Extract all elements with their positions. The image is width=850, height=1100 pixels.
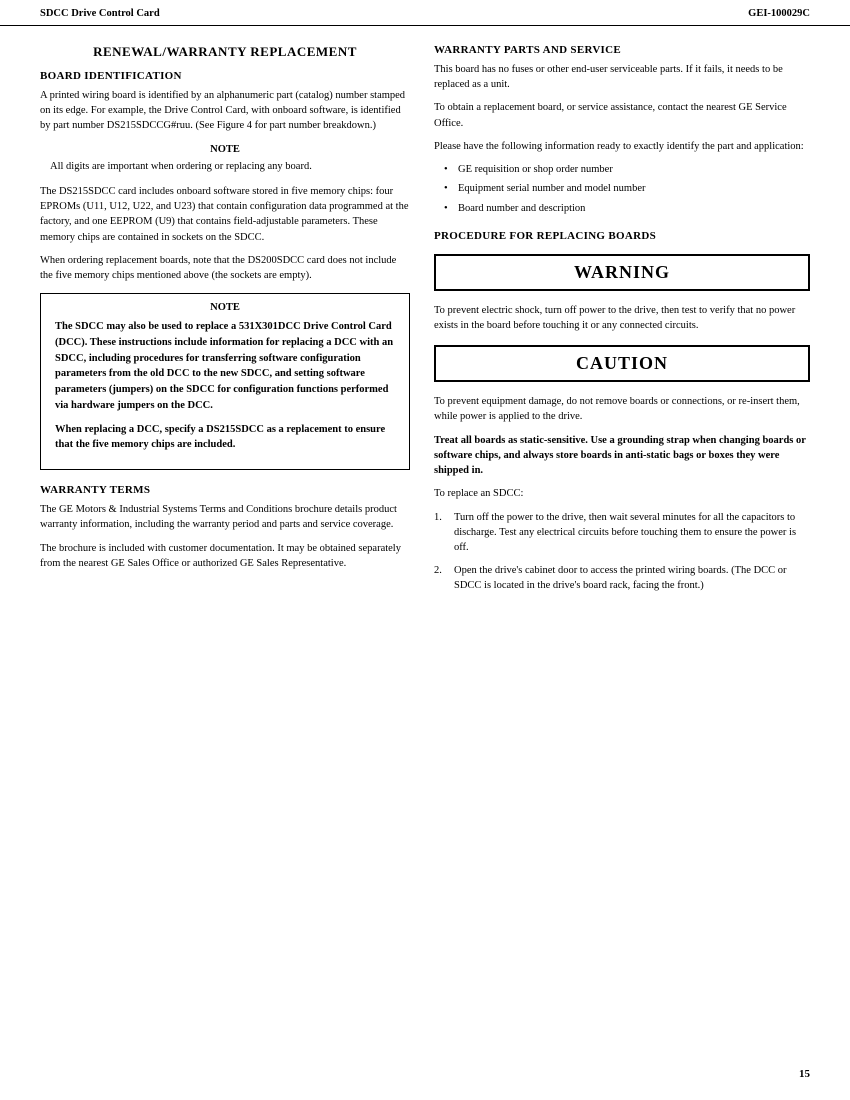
header-right: GEI-100029C	[748, 8, 810, 19]
board-id-para3: When ordering replacement boards, note t…	[40, 253, 410, 283]
left-column: RENEWAL/WARRANTY REPLACEMENT BOARD IDENT…	[40, 44, 410, 602]
note2-text: The SDCC may also be used to replace a 5…	[55, 319, 395, 414]
warning-title: WARNING	[446, 262, 798, 283]
bullet-1: GE requisition or shop order number	[444, 162, 810, 177]
warranty-terms-para1: The GE Motors & Industrial Systems Terms…	[40, 502, 410, 532]
warranty-bullets: GE requisition or shop order number Equi…	[444, 162, 810, 216]
bullet-3: Board number and description	[444, 201, 810, 216]
warranty-terms-section: WARRANTY TERMS The GE Motors & Industria…	[40, 484, 410, 571]
note2-title: NOTE	[55, 302, 395, 313]
board-id-para2: The DS215SDCC card includes onboard soft…	[40, 184, 410, 245]
procedure-section: PROCEDURE FOR REPLACING BOARDS WARNING T…	[434, 230, 810, 594]
caution-text2: Treat all boards as static-sensitive. Us…	[434, 433, 810, 479]
header-left: SDCC Drive Control Card	[40, 8, 160, 19]
caution-title: CAUTION	[446, 353, 798, 374]
right-column: WARRANTY PARTS AND SERVICE This board ha…	[434, 44, 810, 602]
note1-title: NOTE	[50, 144, 400, 155]
note-box-2: NOTE The SDCC may also be used to replac…	[40, 293, 410, 470]
note1-text: All digits are important when ordering o…	[50, 159, 400, 174]
note2-text2: When replacing a DCC, specify a DS215SDC…	[55, 422, 395, 454]
warranty-terms-title: WARRANTY TERMS	[40, 484, 410, 496]
section-title: RENEWAL/WARRANTY REPLACEMENT	[40, 44, 410, 60]
caution-text1: To prevent equipment damage, do not remo…	[434, 394, 810, 424]
procedure-intro: To replace an SDCC:	[434, 486, 810, 501]
warranty-parts-para3: Please have the following information re…	[434, 139, 810, 154]
page-number: 15	[799, 1068, 810, 1080]
content-area: RENEWAL/WARRANTY REPLACEMENT BOARD IDENT…	[0, 26, 850, 632]
warning-text: To prevent electric shock, turn off powe…	[434, 303, 810, 333]
warning-box: WARNING	[434, 254, 810, 291]
note-box-1: NOTE All digits are important when order…	[40, 144, 410, 174]
bullet-2: Equipment serial number and model number	[444, 181, 810, 196]
procedure-title: PROCEDURE FOR REPLACING BOARDS	[434, 230, 810, 242]
caution-box: CAUTION	[434, 345, 810, 382]
board-id-para1: A printed wiring board is identified by …	[40, 88, 410, 134]
page-header: SDCC Drive Control Card GEI-100029C	[0, 0, 850, 26]
procedure-steps: Turn off the power to the drive, then wa…	[434, 510, 810, 594]
step-2: Open the drive's cabinet door to access …	[434, 563, 810, 593]
warranty-parts-title: WARRANTY PARTS AND SERVICE	[434, 44, 810, 56]
warranty-parts-para1: This board has no fuses or other end-use…	[434, 62, 810, 92]
warranty-terms-para2: The brochure is included with customer d…	[40, 541, 410, 571]
board-id-title: BOARD IDENTIFICATION	[40, 70, 410, 82]
page: SDCC Drive Control Card GEI-100029C RENE…	[0, 0, 850, 1100]
warranty-parts-para2: To obtain a replacement board, or servic…	[434, 100, 810, 130]
step-1: Turn off the power to the drive, then wa…	[434, 510, 810, 556]
